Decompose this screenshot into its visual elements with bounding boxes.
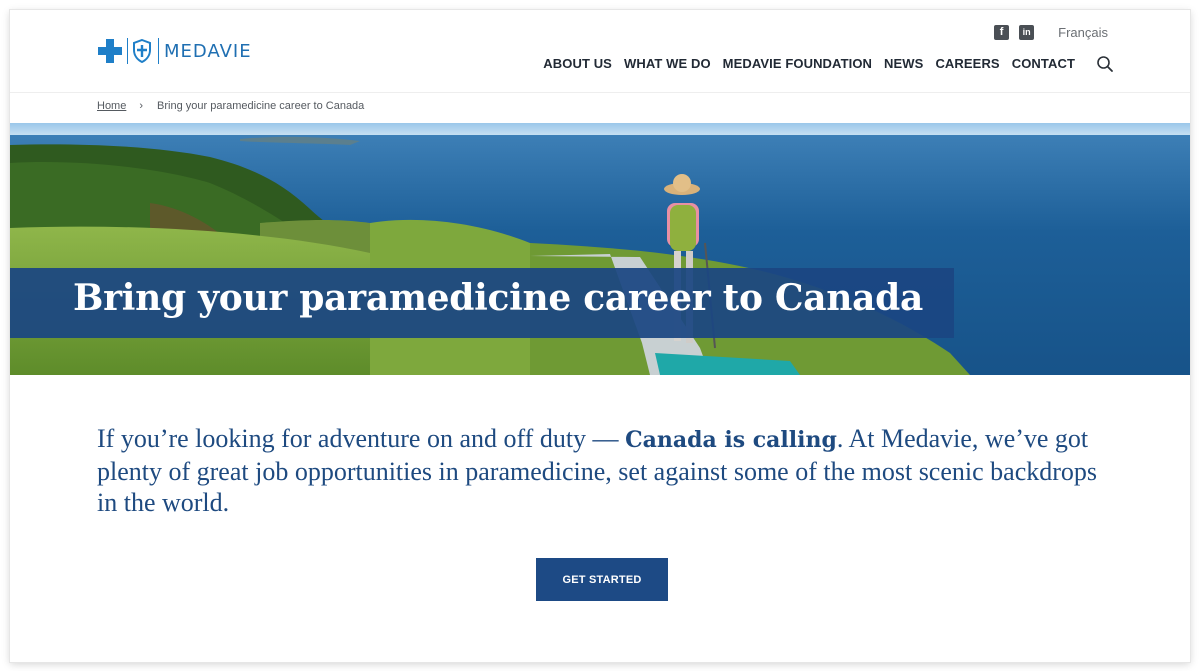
logo-divider <box>158 38 159 64</box>
blue-shield-icon <box>132 39 152 63</box>
hero-title: Bring your paramedicine career to Canada <box>73 277 924 319</box>
nav-item-medavie-foundation[interactable]: MEDAVIE FOUNDATION <box>723 56 872 71</box>
brand-wordmark: MEDAVIE <box>164 40 252 62</box>
get-started-button[interactable]: GET STARTED <box>536 558 668 601</box>
blue-cross-icon <box>98 39 122 63</box>
chevron-right-icon: › <box>139 100 144 112</box>
facebook-icon[interactable]: f <box>994 25 1010 40</box>
medavie-logo[interactable]: MEDAVIE <box>98 36 252 66</box>
intro-text-before: If you’re looking for adventure on and o… <box>97 424 626 453</box>
search-icon[interactable] <box>1096 55 1114 73</box>
nav-item-news[interactable]: NEWS <box>884 56 923 71</box>
breadcrumb-home-link[interactable]: Home <box>97 100 126 112</box>
logo-divider <box>127 38 128 64</box>
linkedin-icon[interactable]: in <box>1019 25 1035 40</box>
breadcrumb-current: Bring your paramedicine career to Canada <box>157 100 365 112</box>
nav-item-contact[interactable]: CONTACT <box>1012 56 1075 71</box>
utility-bar: f in Français <box>994 25 1108 40</box>
hero-title-bar: Bring your paramedicine career to Canada <box>10 268 954 338</box>
page-frame: MEDAVIE f in Français ABOUT US WHAT WE D… <box>10 10 1190 662</box>
nav-item-what-we-do[interactable]: WHAT WE DO <box>624 56 711 71</box>
language-toggle-link[interactable]: Français <box>1058 25 1108 40</box>
nav-item-about-us[interactable]: ABOUT US <box>543 56 612 71</box>
intro-paragraph: If you’re looking for adventure on and o… <box>97 423 1107 518</box>
hero-banner: Bring your paramedicine career to Canada <box>10 123 1190 375</box>
site-header: MEDAVIE f in Français ABOUT US WHAT WE D… <box>10 10 1190 93</box>
breadcrumb: Home › Bring your paramedicine career to… <box>97 100 364 112</box>
main-nav: ABOUT US WHAT WE DO MEDAVIE FOUNDATION N… <box>531 56 1075 71</box>
header-divider <box>10 92 1190 93</box>
nav-item-careers[interactable]: CAREERS <box>935 56 999 71</box>
intro-emphasis: Canada is calling <box>625 427 837 453</box>
